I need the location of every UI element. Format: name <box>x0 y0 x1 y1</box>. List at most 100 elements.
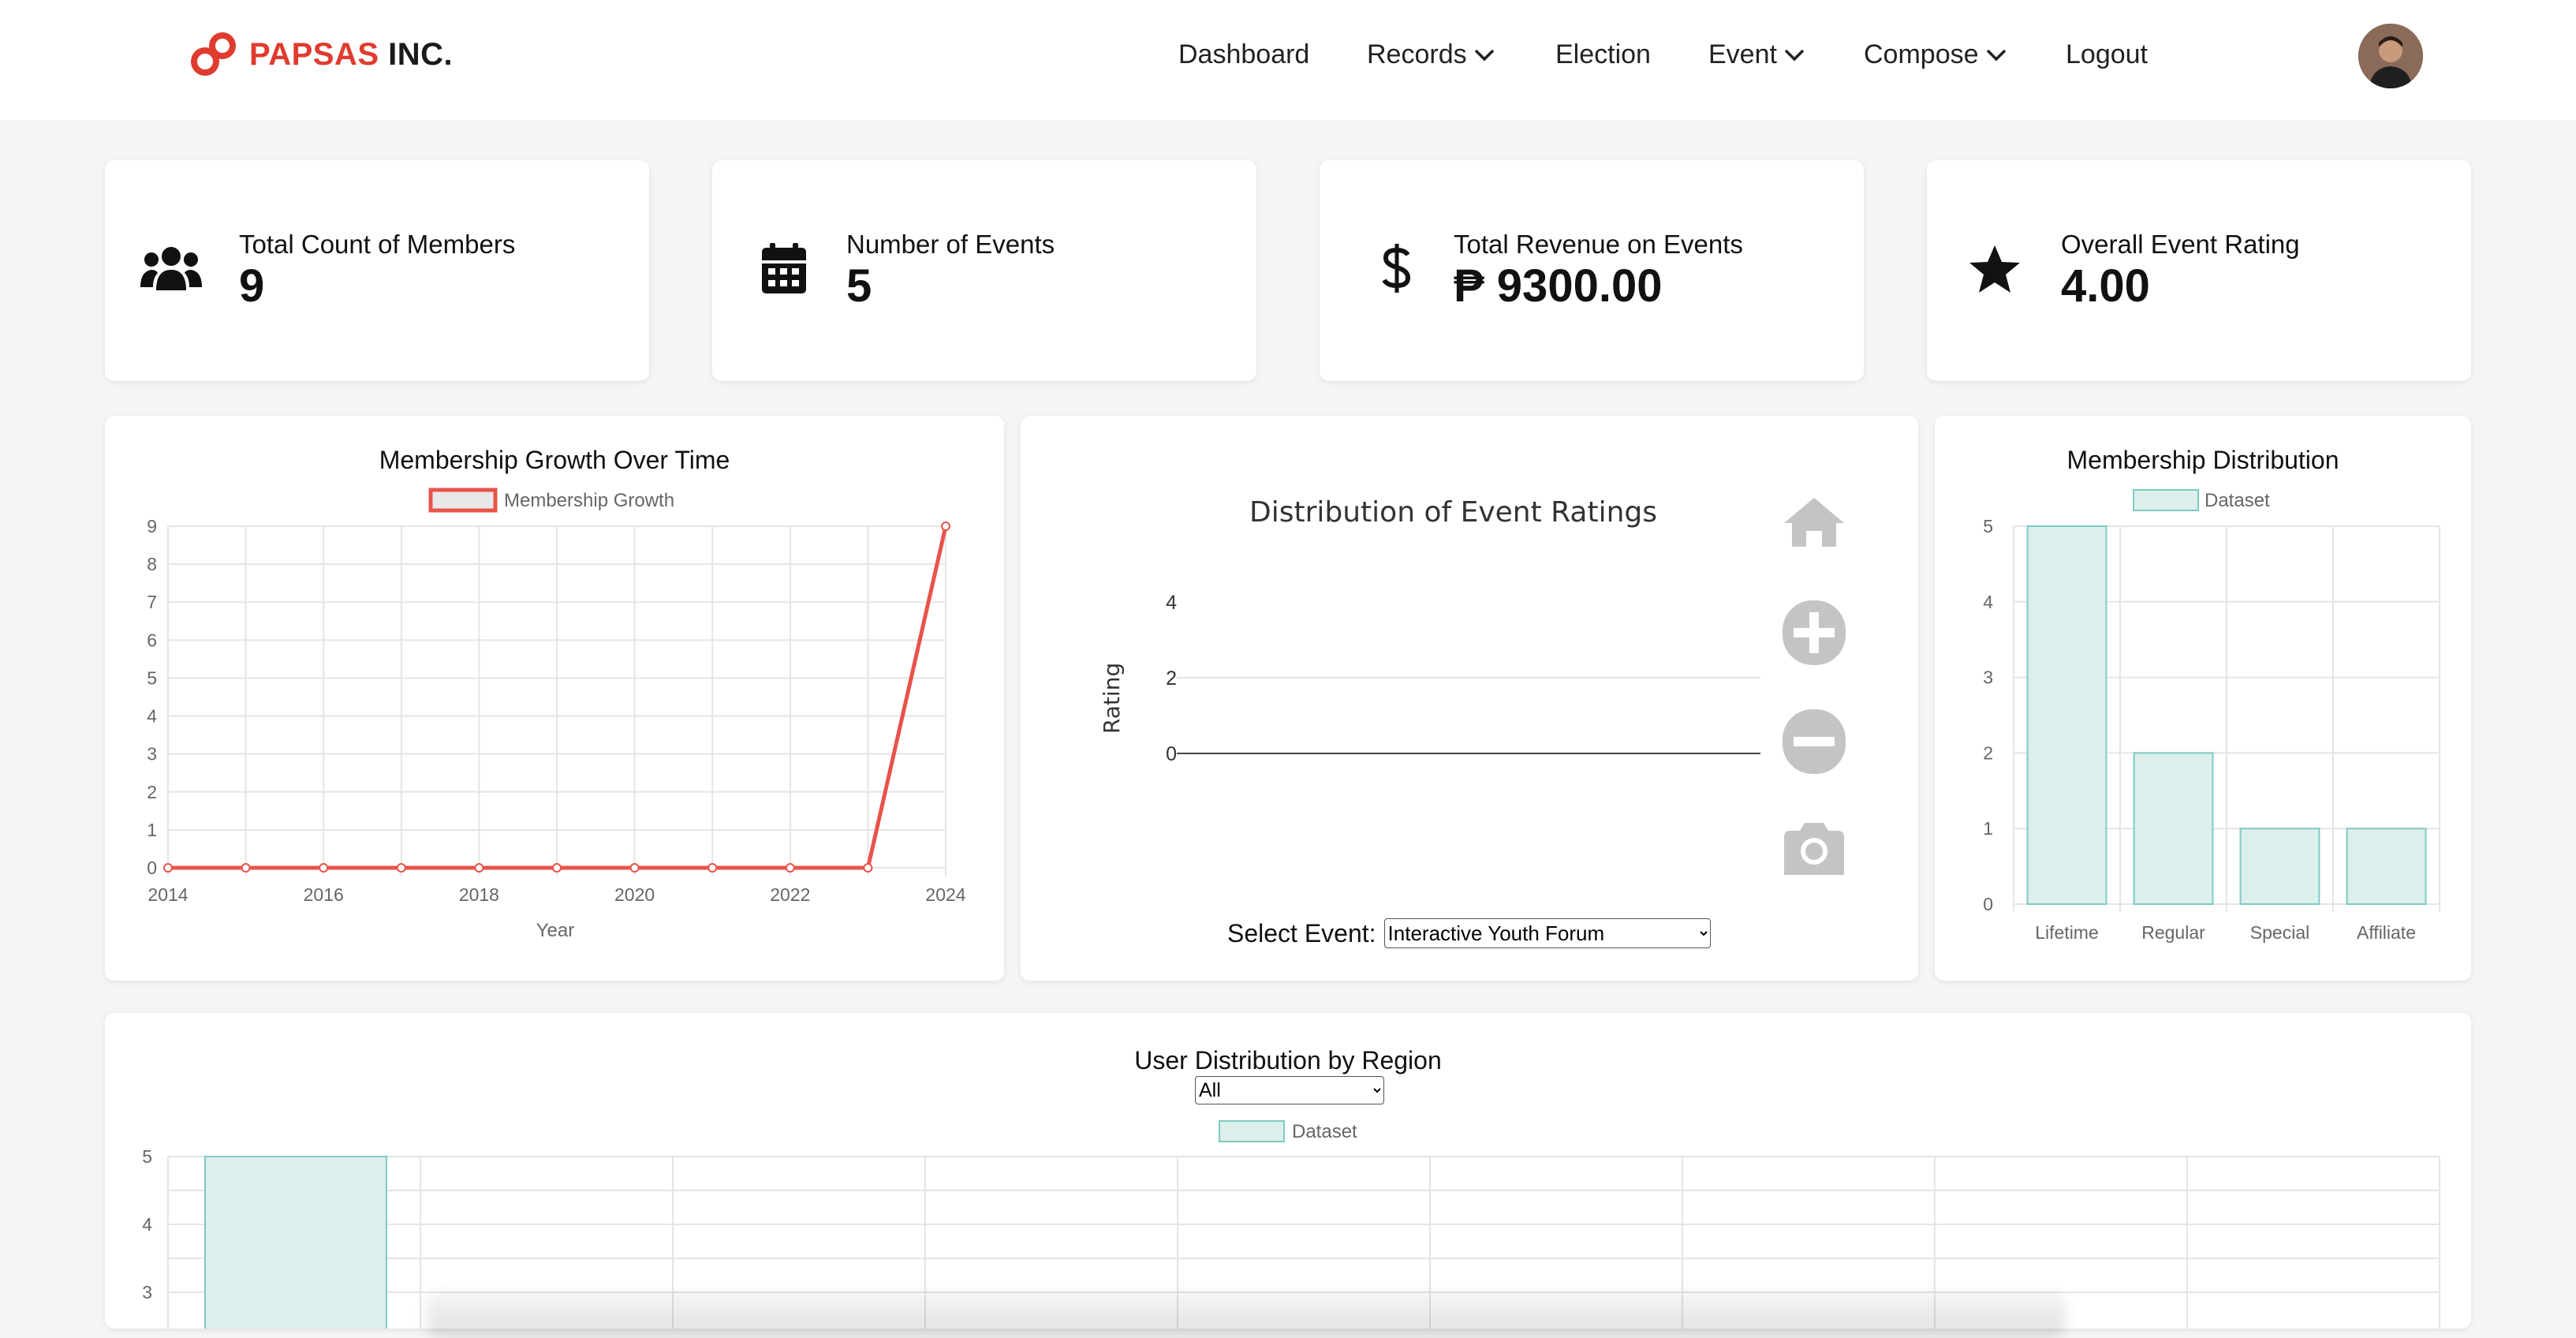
y-tick-label: 2 <box>1983 742 1993 763</box>
x-tick-label: Special <box>2250 922 2309 943</box>
zoom-in-icon[interactable] <box>1781 599 1847 667</box>
y-tick-label: 4 <box>1983 592 1993 612</box>
y-tick-label: 4 <box>147 706 157 727</box>
y-tick-label: 2 <box>147 782 157 802</box>
nav-records-label: Records <box>1367 39 1467 69</box>
home-icon[interactable] <box>1781 495 1847 550</box>
chevron-down-icon <box>1986 49 2006 61</box>
y-tick-label: 3 <box>1983 667 1993 688</box>
select-event-row: Select Event: Interactive Youth Forum <box>1227 918 1711 948</box>
data-point <box>163 863 173 873</box>
select-event-label: Select Event: <box>1227 918 1376 947</box>
y-tick-label: 0 <box>147 858 157 878</box>
user-avatar[interactable] <box>2358 24 2423 88</box>
bar <box>2239 828 2320 906</box>
stat-card-rating: Overall Event Rating 4.00 <box>1927 160 2471 381</box>
stat-value: 5 <box>846 260 872 312</box>
brand-name: PAPSAS <box>249 36 379 72</box>
data-point <box>241 863 251 873</box>
stat-value: 9 <box>239 260 265 312</box>
chevron-down-icon <box>1474 49 1494 61</box>
data-point <box>474 863 484 873</box>
stat-label: Number of Events <box>846 230 1055 259</box>
y-tick-label: 5 <box>1983 516 1993 536</box>
bar <box>204 1156 387 1329</box>
nav-compose[interactable]: Compose <box>1864 39 2007 70</box>
stat-label: Total Revenue on Events <box>1454 230 1743 259</box>
data-point <box>941 521 950 531</box>
x-tick-label: 2016 <box>304 884 344 905</box>
legend-swatch[interactable] <box>428 488 498 513</box>
membership-growth-chart: Membership Growth Year 0 1 2 3 4 5 6 7 8 9 2014 201… <box>147 488 966 941</box>
x-tick-label: 2024 <box>925 884 965 905</box>
y-tick-label: 7 <box>147 592 157 612</box>
stat-label: Total Count of Members <box>239 230 516 259</box>
star-icon <box>1969 245 2020 293</box>
brand-logo[interactable]: PAPSAS INC. <box>189 30 453 79</box>
chevron-down-icon <box>1784 49 1805 61</box>
membership-distribution-card: Membership Distribution Dataset 0 1 2 3 4 5 Li… <box>1935 416 2471 981</box>
x-tick-label: 2022 <box>770 884 810 905</box>
stat-card-members: Total Count of Members 9 <box>105 160 649 381</box>
y-tick-label: 0 <box>1166 743 1177 765</box>
bar <box>2026 525 2107 905</box>
y-tick-label: 3 <box>142 1282 152 1302</box>
y-tick-label: 1 <box>1983 818 1993 839</box>
data-point <box>707 863 718 873</box>
overlay-shadow <box>426 1291 2066 1338</box>
nav-election[interactable]: Election <box>1555 39 1651 70</box>
data-point <box>785 863 795 873</box>
nav-dashboard[interactable]: Dashboard <box>1178 39 1309 70</box>
y-axis-label: Rating <box>1099 663 1125 734</box>
avatar-photo-icon <box>2358 24 2423 88</box>
event-ratings-card: Distribution of Event Ratings 4 2 0 Rati… <box>1021 416 1918 981</box>
nav-compose-label: Compose <box>1864 39 1979 69</box>
brand-suffix: INC. <box>388 36 454 72</box>
nav-election-label: Election <box>1555 39 1651 69</box>
x-tick-label: 2014 <box>147 884 188 905</box>
data-point <box>396 863 406 873</box>
y-tick-label: 5 <box>142 1146 152 1167</box>
nav-logout-label: Logout <box>2066 39 2148 69</box>
top-navbar: PAPSAS INC. Dashboard Records Election E… <box>0 0 2576 120</box>
y-tick-label: 8 <box>147 554 157 574</box>
nav-dashboard-label: Dashboard <box>1178 39 1310 69</box>
x-axis-label: Year <box>536 920 575 941</box>
camera-icon[interactable] <box>1781 820 1847 875</box>
nav-event[interactable]: Event <box>1708 39 1805 70</box>
stat-card-revenue: Total Revenue on Events ₱ 9300.00 <box>1320 160 1864 381</box>
x-tick-label: 2018 <box>459 884 499 905</box>
y-tick-label: 0 <box>1983 894 1993 914</box>
stat-card-events: Number of Events 5 <box>712 160 1256 381</box>
legend-swatch[interactable] <box>1219 1120 1285 1142</box>
users-icon <box>140 247 202 290</box>
region-distribution-chart: Dataset 5 4 3 <box>142 1120 2440 1329</box>
y-tick-label: 5 <box>147 667 157 688</box>
nav-records[interactable]: Records <box>1367 39 1495 70</box>
legend-label: Membership Growth <box>504 490 674 511</box>
legend-label: Dataset <box>2205 490 2270 511</box>
select-event-dropdown[interactable]: Interactive Youth Forum <box>1383 918 1711 948</box>
data-point <box>863 863 873 873</box>
data-point <box>552 863 562 873</box>
y-tick-label: 2 <box>1166 667 1177 690</box>
nav-logout[interactable]: Logout <box>2066 39 2148 70</box>
x-tick-label: Lifetime <box>2035 922 2099 943</box>
zoom-out-icon[interactable] <box>1781 708 1847 776</box>
stat-value: 4.00 <box>2061 260 2150 312</box>
y-tick-label: 9 <box>147 516 157 536</box>
x-tick-label: Regular <box>2141 922 2205 943</box>
y-tick-label: 4 <box>1166 592 1177 614</box>
nav-event-label: Event <box>1708 39 1777 69</box>
bar <box>2346 828 2427 906</box>
bar <box>2133 752 2214 905</box>
legend-label: Dataset <box>1292 1121 1357 1142</box>
calendar-icon <box>762 243 806 293</box>
data-point <box>319 863 329 873</box>
legend-swatch[interactable] <box>2133 489 2199 511</box>
logo-mark-icon <box>191 32 236 76</box>
y-tick-label: 6 <box>147 630 157 650</box>
y-tick-label: 1 <box>147 820 157 840</box>
y-tick-label: 4 <box>142 1214 152 1235</box>
x-tick-label: 2020 <box>614 884 655 905</box>
